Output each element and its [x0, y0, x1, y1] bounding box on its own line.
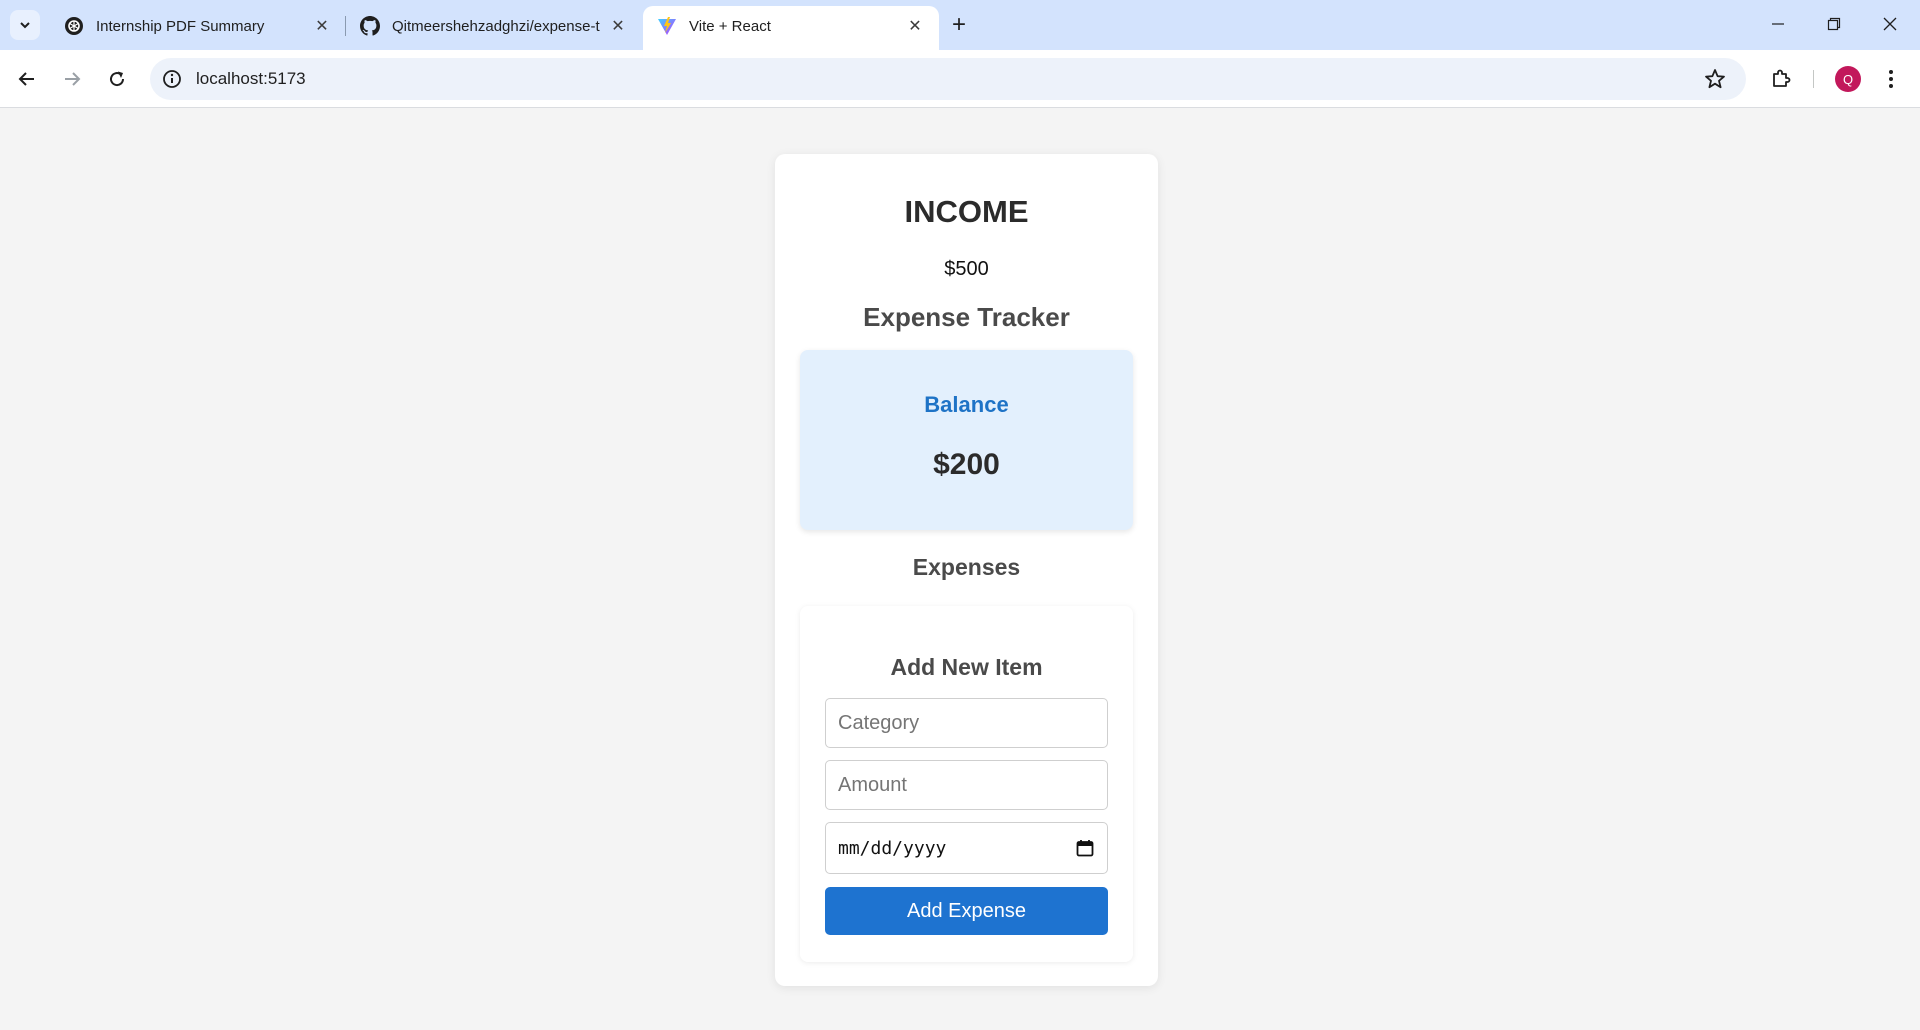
balance-panel: Balance $200 — [800, 350, 1133, 530]
star-icon[interactable] — [1704, 68, 1726, 90]
tab-search-button[interactable] — [10, 10, 40, 40]
info-icon[interactable] — [162, 69, 182, 89]
new-tab-button[interactable]: + — [944, 12, 974, 40]
close-icon[interactable]: ✕ — [608, 16, 628, 36]
add-expense-button[interactable]: Add Expense — [825, 887, 1108, 935]
reload-button[interactable] — [101, 63, 133, 95]
tab-internship-pdf-summary[interactable]: Internship PDF Summary ✕ — [50, 6, 346, 50]
tab-vite-react[interactable]: Vite + React ✕ — [643, 6, 939, 50]
amount-input[interactable] — [825, 760, 1108, 810]
tab-label: Internship PDF Summary — [96, 17, 265, 35]
tab-strip: Internship PDF Summary ✕ Qitmeershehzadg… — [0, 0, 1920, 50]
extensions-button[interactable] — [1765, 63, 1797, 95]
openai-icon — [65, 17, 83, 35]
forward-button[interactable] — [56, 63, 88, 95]
reload-icon — [110, 71, 125, 87]
close-icon[interactable]: ✕ — [312, 16, 332, 36]
date-input[interactable]: mm/dd/yyyy — [825, 822, 1108, 874]
vite-icon — [658, 17, 676, 35]
expense-tracker-card: INCOME $500 Expense Tracker Balance $200… — [775, 154, 1158, 986]
close-icon[interactable]: ✕ — [905, 16, 925, 36]
tab-github-repo[interactable]: Qitmeershehzadghzi/expense-t ✕ — [346, 6, 642, 50]
balance-value: $200 — [933, 448, 1000, 481]
add-item-form: Add New Item mm/dd/yyyy Add Expense — [800, 606, 1133, 962]
restore-button[interactable] — [1810, 8, 1858, 40]
arrow-right-icon — [65, 72, 81, 86]
restore-icon — [1827, 17, 1841, 31]
balance-label: Balance — [924, 392, 1009, 417]
back-button[interactable] — [11, 63, 43, 95]
minimize-button[interactable] — [1754, 8, 1802, 40]
minimize-icon — [1772, 23, 1784, 25]
tab-label: Qitmeershehzadghzi/expense-t — [392, 17, 600, 35]
date-placeholder: mm/dd/yyyy — [838, 837, 947, 859]
arrow-left-icon — [18, 72, 34, 86]
income-value: $500 — [944, 258, 989, 280]
url-text: localhost:5173 — [196, 69, 306, 88]
category-input[interactable] — [825, 698, 1108, 748]
toolbar-divider — [1813, 70, 1814, 88]
tab-label: Vite + React — [689, 17, 771, 35]
address-bar[interactable]: localhost:5173 — [150, 58, 1746, 100]
chevron-down-icon — [20, 22, 30, 29]
expenses-heading: Expenses — [912, 554, 1021, 580]
puzzle-icon — [1773, 69, 1791, 87]
form-title: Add New Item — [890, 654, 1043, 680]
income-title: INCOME — [904, 194, 1029, 229]
close-icon — [1883, 17, 1897, 31]
menu-button[interactable] — [1875, 63, 1907, 95]
browser-toolbar: localhost:5173 — [0, 50, 1920, 108]
github-icon — [360, 16, 380, 36]
profile-avatar[interactable]: Q — [1835, 66, 1861, 92]
page-title: Expense Tracker — [863, 302, 1070, 332]
close-window-button[interactable] — [1866, 8, 1914, 40]
calendar-icon[interactable] — [1075, 838, 1095, 858]
more-vert-icon — [1889, 70, 1893, 88]
